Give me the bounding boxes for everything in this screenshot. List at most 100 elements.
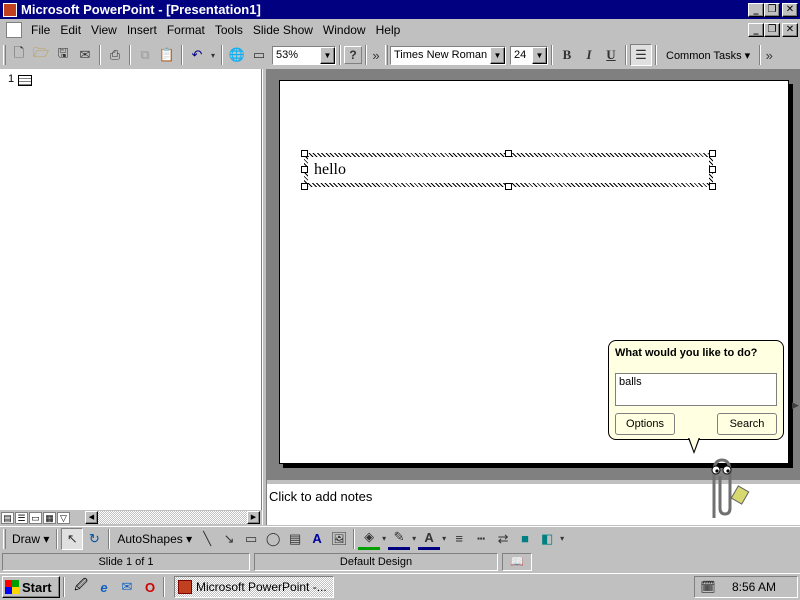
italic-button[interactable]: I: [578, 44, 600, 66]
line-icon[interactable]: ╲: [196, 528, 218, 550]
menu-file[interactable]: File: [26, 23, 55, 37]
outlook-express-icon[interactable]: ✉: [117, 577, 137, 597]
menu-edit[interactable]: Edit: [55, 23, 86, 37]
assistant-query-input[interactable]: balls: [615, 373, 777, 406]
more-buttons-icon-2[interactable]: »: [764, 44, 774, 66]
menu-slide-show[interactable]: Slide Show: [248, 23, 318, 37]
wordart-icon[interactable]: A: [306, 528, 328, 550]
zoom-dropdown-arrow[interactable]: ▼: [320, 46, 335, 64]
dash-style-icon[interactable]: ┅: [470, 528, 492, 550]
line-color-icon[interactable]: ✎: [388, 528, 411, 550]
hyperlink-globe-icon[interactable]: 🌐: [226, 44, 248, 66]
slide-view-icon[interactable]: ▭: [29, 511, 42, 524]
font-size-combo[interactable]: 24 ▼: [510, 45, 548, 65]
select-objects-icon[interactable]: ↖: [61, 527, 84, 550]
tables-borders-icon[interactable]: ▭: [248, 44, 270, 66]
resize-handle-bottom-left[interactable]: [301, 183, 308, 190]
common-tasks-button[interactable]: Common Tasks ▾: [660, 49, 756, 62]
title-placeholder[interactable]: hello: [304, 153, 713, 187]
scroll-right-arrow[interactable]: ▶: [247, 511, 260, 524]
menu-insert[interactable]: Insert: [122, 23, 162, 37]
zoom-combo[interactable]: 53% ▼: [272, 45, 336, 65]
draw-menu-button[interactable]: Draw ▾: [8, 532, 53, 546]
menu-format[interactable]: Format: [162, 23, 210, 37]
font-size-dropdown-arrow[interactable]: ▼: [532, 46, 547, 64]
scroll-left-arrow[interactable]: ◀: [85, 511, 98, 524]
assistant-search-button[interactable]: Search: [717, 413, 777, 435]
doc-minimize-button[interactable]: _: [748, 23, 764, 37]
resize-handle-right[interactable]: [709, 166, 716, 173]
notes-placeholder[interactable]: Click to add notes: [269, 489, 372, 504]
arrow-style-icon[interactable]: ⇄: [492, 528, 514, 550]
slide-sorter-view-icon[interactable]: ▦: [43, 511, 56, 524]
more-buttons-icon[interactable]: »: [370, 44, 382, 66]
resize-handle-bottom[interactable]: [505, 183, 512, 190]
outline-view-icon[interactable]: ☰: [15, 511, 28, 524]
paste-icon[interactable]: 📋: [156, 44, 178, 66]
horizontal-scrollbar[interactable]: ◀ ▶: [85, 511, 260, 524]
title-text[interactable]: hello: [308, 157, 709, 183]
restore-button[interactable]: ❐: [764, 2, 780, 17]
doc-restore-button[interactable]: ❐: [764, 23, 780, 37]
clip-art-icon[interactable]: 🖼: [328, 528, 350, 550]
title-bar[interactable]: Microsoft PowerPoint - [Presentation1] _…: [0, 0, 800, 19]
resize-handle-left[interactable]: [301, 166, 308, 173]
fill-color-dropdown-icon[interactable]: ▾: [380, 528, 388, 550]
internet-explorer-icon[interactable]: e: [94, 577, 114, 597]
normal-view-icon[interactable]: ▤: [1, 511, 14, 524]
copy-icon[interactable]: ⧉: [134, 44, 156, 66]
undo-dropdown-icon[interactable]: ▾: [208, 44, 218, 66]
save-icon[interactable]: 🖫: [52, 44, 74, 66]
font-color-icon[interactable]: A: [418, 528, 441, 550]
toolbar-grip[interactable]: [385, 45, 388, 65]
email-icon[interactable]: ✉: [74, 44, 96, 66]
undo-icon[interactable]: ↶: [186, 44, 208, 66]
bold-button[interactable]: B: [556, 44, 578, 66]
tray-scheduler-icon[interactable]: 🗓: [698, 577, 718, 597]
menu-window[interactable]: Window: [318, 23, 371, 37]
toolbar-grip[interactable]: [3, 528, 6, 549]
resize-handle-bottom-right[interactable]: [709, 183, 716, 190]
menu-tools[interactable]: Tools: [210, 23, 248, 37]
print-icon[interactable]: ⎙: [104, 44, 126, 66]
show-desktop-icon[interactable]: 🖉: [71, 577, 91, 597]
scroll-arrow-icon[interactable]: ▶: [792, 400, 800, 416]
rectangle-icon[interactable]: ▭: [240, 528, 262, 550]
clippy-assistant-icon[interactable]: [700, 452, 750, 524]
font-color-dropdown-icon[interactable]: ▾: [440, 528, 448, 550]
font-name-combo[interactable]: Times New Roman ▼: [390, 45, 506, 65]
shadow-icon[interactable]: ■: [514, 528, 536, 550]
close-button[interactable]: ✕: [782, 2, 798, 17]
powerpoint-app-icon[interactable]: [3, 2, 17, 17]
autoshapes-menu-button[interactable]: AutoShapes ▾: [113, 532, 196, 546]
oval-icon[interactable]: ◯: [262, 528, 284, 550]
text-box-icon[interactable]: ▤: [284, 528, 306, 550]
drawing-overflow-icon[interactable]: ▾: [558, 528, 566, 550]
outline-pane[interactable]: 1: [0, 69, 262, 510]
help-icon[interactable]: ?: [344, 46, 362, 64]
toolbar-grip[interactable]: [3, 45, 6, 65]
align-left-icon[interactable]: ☰: [630, 44, 652, 66]
resize-handle-top-right[interactable]: [709, 150, 716, 157]
free-rotate-icon[interactable]: ↻: [83, 528, 105, 550]
spelling-status-icon[interactable]: 📖: [502, 553, 532, 571]
arrow-icon[interactable]: ↘: [218, 528, 240, 550]
underline-button[interactable]: U: [600, 44, 622, 66]
font-name-dropdown-arrow[interactable]: ▼: [490, 46, 505, 64]
new-icon[interactable]: 🗋: [8, 44, 30, 66]
minimize-button[interactable]: _: [748, 2, 764, 17]
line-color-dropdown-icon[interactable]: ▾: [410, 528, 418, 550]
assistant-options-button[interactable]: Options: [615, 413, 675, 435]
document-icon[interactable]: [6, 22, 22, 38]
menu-view[interactable]: View: [86, 23, 122, 37]
doc-close-button[interactable]: ✕: [782, 23, 798, 37]
taskbar-powerpoint-button[interactable]: Microsoft PowerPoint -...: [174, 576, 334, 598]
clock[interactable]: 8:56 AM: [732, 580, 776, 594]
menu-help[interactable]: Help: [371, 23, 406, 37]
line-style-icon[interactable]: ≡: [448, 528, 470, 550]
open-folder-icon[interactable]: 🗁: [30, 44, 52, 66]
resize-handle-top-left[interactable]: [301, 150, 308, 157]
resize-handle-top[interactable]: [505, 150, 512, 157]
fill-color-icon[interactable]: ◈: [358, 528, 381, 550]
slide-show-icon[interactable]: ▽: [57, 511, 70, 524]
